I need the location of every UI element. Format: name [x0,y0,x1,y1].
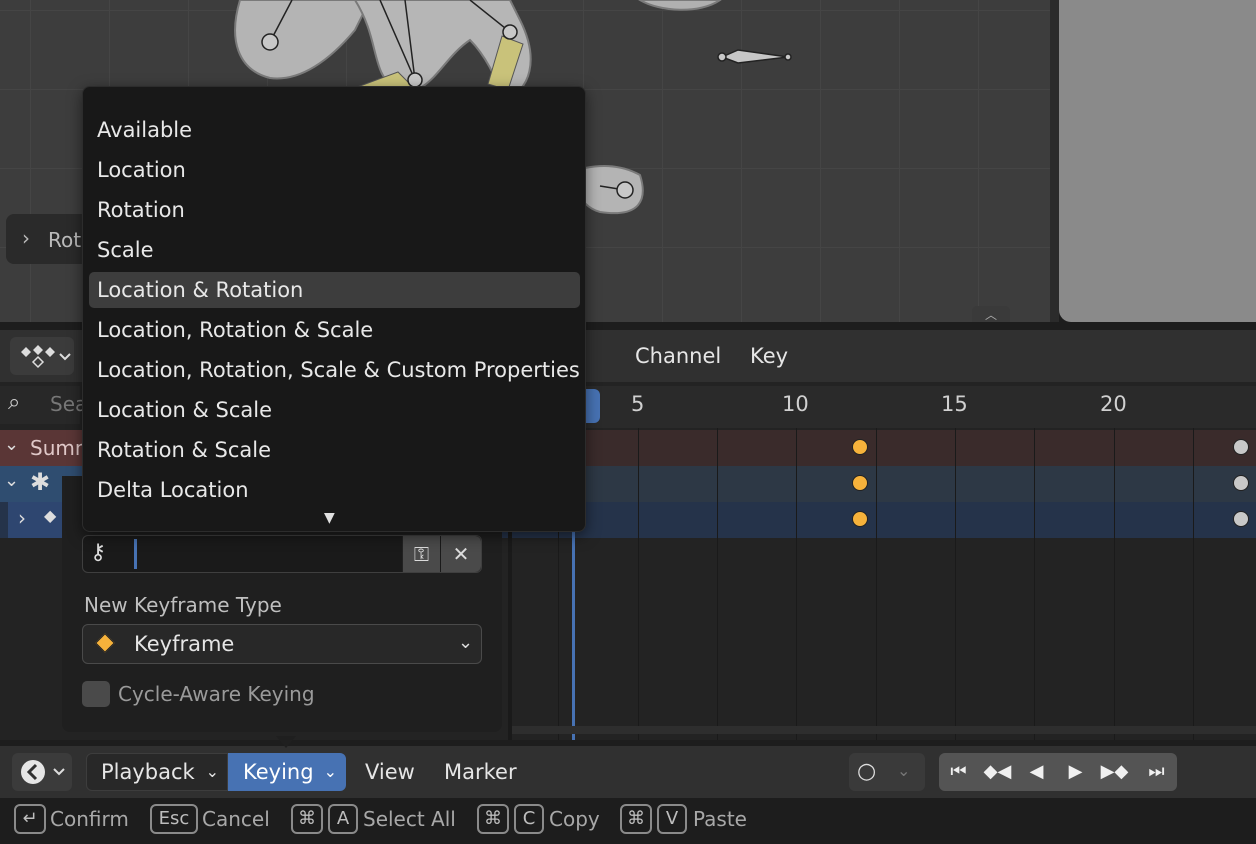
paste-hint: Paste [693,807,747,831]
chevron-down-icon: ⌄ [897,761,911,780]
c-key-icon: C [514,804,544,834]
insert-keyframe-icon[interactable]: ⚿ [402,536,440,572]
menu-item-location-rotation-scale[interactable]: Location, Rotation & Scale [89,312,580,348]
menu-item-location-rotation-scale-custom[interactable]: Location, Rotation, Scale & Custom Prope… [89,352,580,388]
menu-item-location-rotation[interactable]: Location & Rotation [89,272,580,308]
last-operator-label: Rot [48,228,82,252]
menu-channel[interactable]: Channel [635,344,721,368]
v-key-icon: V [657,804,687,834]
keyframe-type-value: Keyframe [134,632,235,656]
chevron-down-icon: ⌄ [205,762,219,781]
chevron-down-icon: ⌄ [4,434,20,455]
command-key-icon: ⌘ [291,804,323,834]
play-icon[interactable]: ▶ [1056,753,1095,791]
frame-tick: 5 [631,392,645,416]
keyframe[interactable] [852,475,868,491]
command-key-icon: ⌘ [477,804,509,834]
delete-keyframe-icon[interactable]: ✕ [441,536,481,572]
menu-item-location[interactable]: Location [89,152,580,188]
editor-type-button[interactable] [10,337,74,375]
frame-ruler[interactable] [510,386,1256,428]
keyframe[interactable] [1233,511,1249,527]
grid-line [955,428,956,740]
grid-line [1034,428,1035,740]
chevron-down-icon: ⌄ [4,470,20,491]
search-icon: ⌕ [8,390,21,415]
grid-line [876,428,877,740]
keying-set-icon: ⚷ [90,540,107,565]
menu-marker[interactable]: Marker [444,760,517,784]
keying-menu-button[interactable]: Keying ⌄ [228,753,346,791]
esc-key-icon: Esc [150,804,198,834]
scroll-down-arrow-icon[interactable]: ▼ [324,510,335,526]
new-keyframe-type-label: New Keyframe Type [84,593,282,617]
cycle-aware-label: Cycle-Aware Keying [118,682,315,706]
keyframe[interactable] [1233,475,1249,491]
chevron-right-icon: › [18,506,26,530]
menu-item-location-scale[interactable]: Location & Scale [89,392,580,428]
keyframe[interactable] [852,439,868,455]
clock-icon [21,760,65,784]
menu-item-available[interactable]: Available [89,112,580,148]
chevron-right-icon: › [22,226,30,250]
frame-tick: 20 [1100,392,1127,416]
confirm-hint: Confirm [50,807,129,831]
grid-line [1193,428,1194,740]
grid-line [1114,428,1115,740]
next-keyframe-icon[interactable]: ▶◆ [1095,753,1134,791]
auto-keying-button[interactable]: ○ ⌄ [849,753,925,791]
chevron-down-icon: ⌄ [458,632,474,653]
horizontal-scrollbar[interactable] [512,726,1256,734]
play-reverse-icon[interactable]: ◀ [1017,753,1056,791]
keyframe[interactable] [852,511,868,527]
enter-key-icon: ↵ [14,804,46,834]
grid-line [717,428,718,740]
dopesheet-icon [21,345,71,369]
playback-label: Playback [101,760,195,784]
prev-keyframe-icon[interactable]: ◆◀ [978,753,1017,791]
command-key-icon: ⌘ [620,804,652,834]
armature-icon: ✱ [30,468,51,496]
text-cursor [134,539,137,569]
grid-line [638,428,639,740]
grid-line [796,428,797,740]
area-divider[interactable] [1050,0,1059,322]
frame-tick: 10 [782,392,809,416]
a-key-icon: A [328,804,358,834]
editor-type-button[interactable] [12,753,72,791]
select-all-hint: Select All [363,807,456,831]
menu-item-delta-location[interactable]: Delta Location [89,472,580,508]
sidebar-panel [1059,0,1256,322]
popover-pointer [276,736,296,748]
chevron-down-icon: ⌄ [323,762,337,781]
menu-item-scale[interactable]: Scale [89,232,580,268]
record-icon: ○ [857,759,877,784]
menu-key[interactable]: Key [750,344,788,368]
frame-tick: 15 [941,392,968,416]
jump-start-icon[interactable]: ⏮ [939,753,978,791]
keyframe[interactable] [1233,439,1249,455]
cycle-aware-checkbox[interactable] [82,681,110,707]
keying-label: Keying [243,760,314,784]
copy-hint: Copy [549,807,600,831]
jump-end-icon[interactable]: ⏭ [1137,753,1176,791]
cancel-hint: Cancel [202,807,270,831]
playback-menu-button[interactable]: Playback ⌄ [86,753,228,791]
chevron-up-icon[interactable]: ︿ [972,306,1010,322]
menu-view[interactable]: View [365,760,415,784]
menu-item-rotation[interactable]: Rotation [89,192,580,228]
action-icon: ◆ [44,506,57,525]
menu-item-rotation-scale[interactable]: Rotation & Scale [89,432,580,468]
